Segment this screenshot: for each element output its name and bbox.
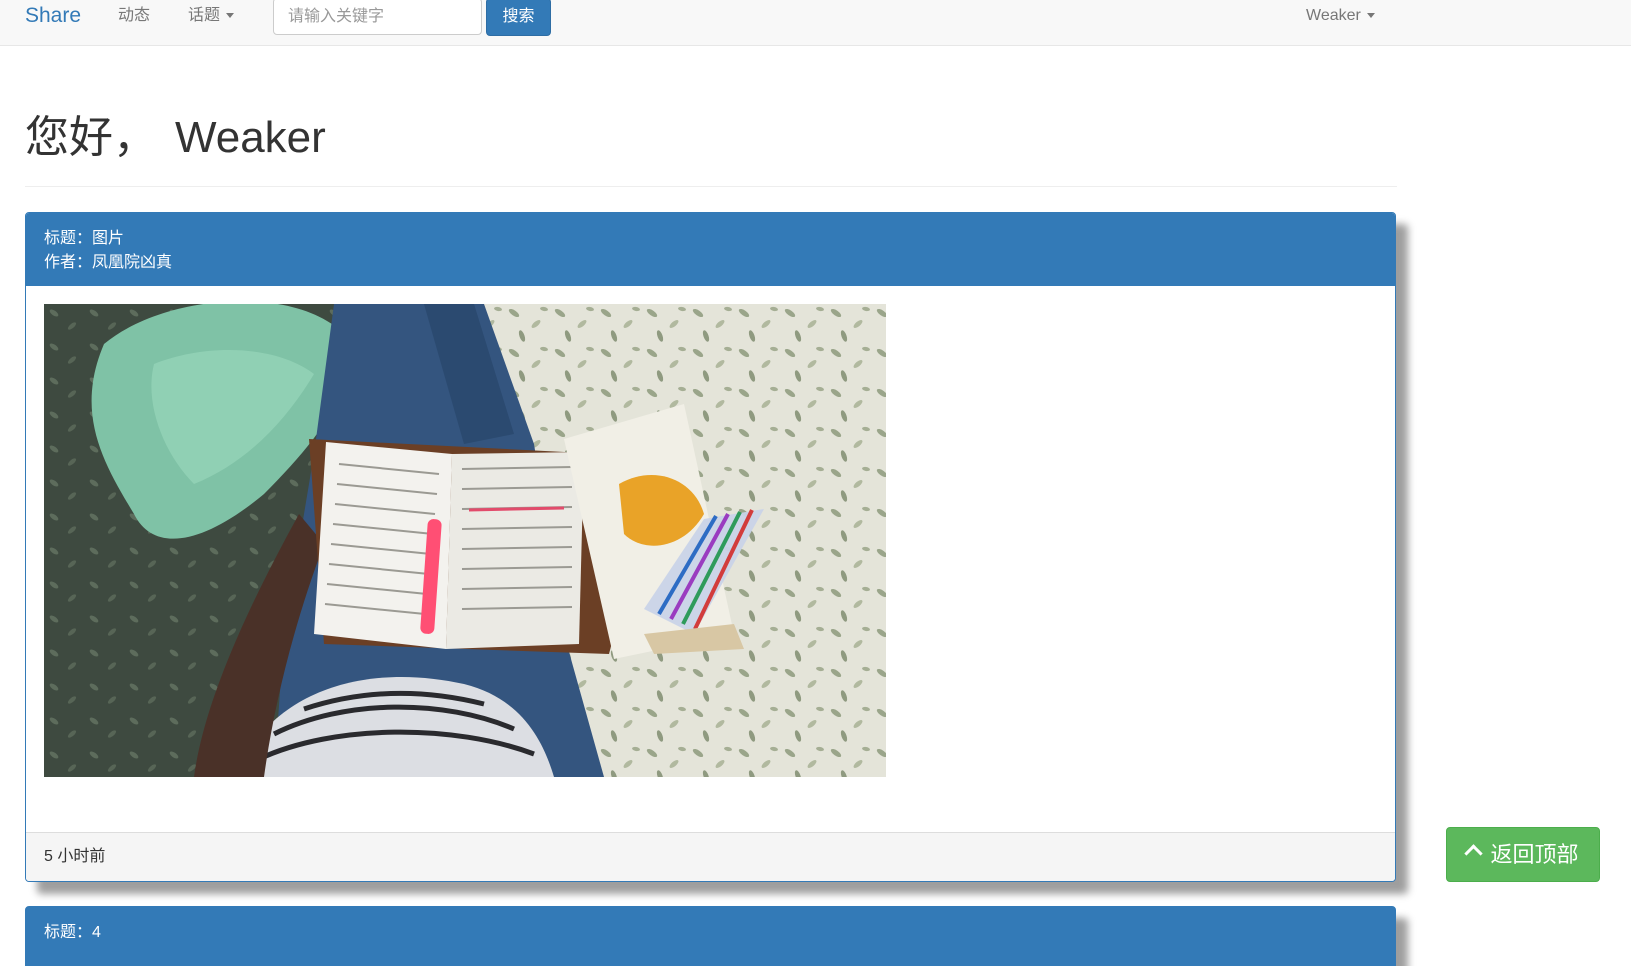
username-text: Weaker <box>175 113 326 162</box>
user-menu-dropdown[interactable]: Weaker <box>1306 6 1375 26</box>
brand-link[interactable]: Share <box>25 3 81 29</box>
nav-topics-dropdown[interactable]: 话题 <box>188 6 235 26</box>
caret-down-icon <box>1366 13 1375 19</box>
post-timestamp: 5 小时前 <box>26 832 1395 881</box>
back-to-top-button[interactable]: 返回顶部 <box>1446 827 1600 882</box>
nav-activity-link[interactable]: 动态 <box>118 6 150 26</box>
search-button[interactable]: 搜索 <box>486 0 551 36</box>
user-menu-label: Weaker <box>1306 7 1361 24</box>
header-divider <box>25 186 1397 187</box>
caret-down-icon <box>226 13 235 19</box>
post-title-2: 标题：4 <box>44 924 101 941</box>
greeting-text: 您好， <box>25 113 157 162</box>
post-panel-heading: 标题：图片 作者：凤凰院凶真 <box>26 213 1395 286</box>
back-to-top-label: 返回顶部 <box>1490 842 1579 867</box>
chevron-up-icon <box>1464 844 1484 863</box>
nav-topics-label: 话题 <box>188 7 221 24</box>
post-panel-heading-2: 标题：4 <box>25 906 1396 966</box>
page-title: 您好， Weaker <box>25 110 326 166</box>
photo-illustration <box>44 304 886 777</box>
post-panel: 标题：图片 作者：凤凰院凶真 5 小时前 <box>25 212 1396 882</box>
post-photo-image[interactable] <box>44 304 886 777</box>
top-navbar: Share 动态 话题 搜索 Weaker <box>0 0 1631 46</box>
post-title: 标题：图片 <box>44 230 125 247</box>
post-author: 作者：凤凰院凶真 <box>44 254 173 271</box>
post-panel-body <box>26 286 1395 846</box>
search-input[interactable] <box>273 0 482 35</box>
